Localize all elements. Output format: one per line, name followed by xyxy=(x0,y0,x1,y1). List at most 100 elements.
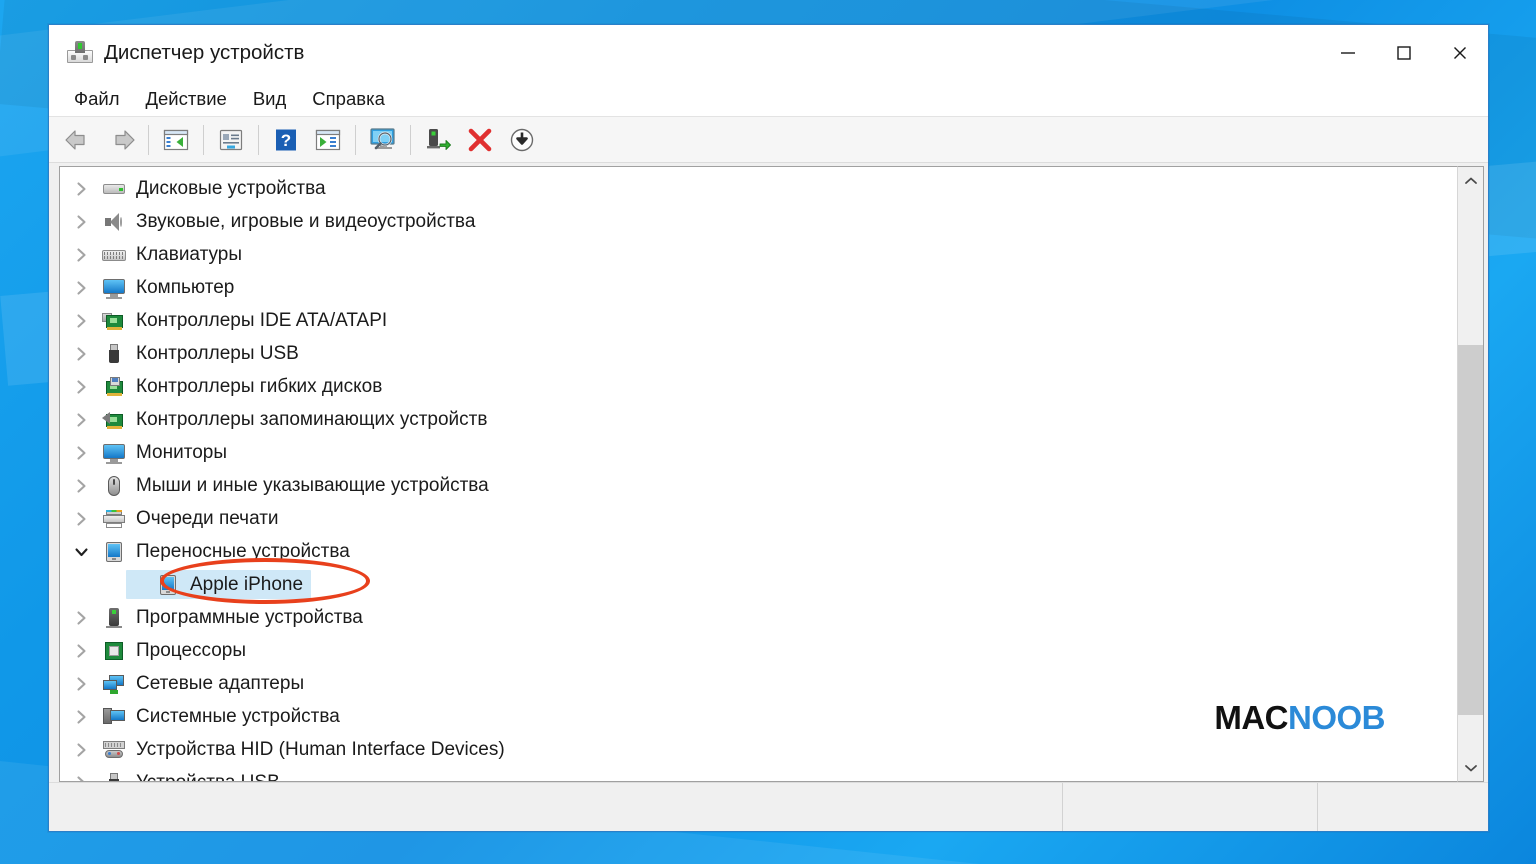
uninstall-device-button[interactable] xyxy=(459,121,501,159)
chevron-right-icon[interactable] xyxy=(68,511,94,526)
disk-drive-icon xyxy=(102,177,126,201)
tree-row[interactable]: Переносные устройства xyxy=(60,535,1457,568)
tree-row[interactable]: Клавиатуры xyxy=(60,238,1457,271)
toolbar-separator xyxy=(258,124,259,155)
menu-bar: Файл Действие Вид Справка xyxy=(49,81,1488,117)
cpu-icon xyxy=(102,639,126,663)
chevron-right-icon[interactable] xyxy=(68,346,94,361)
tree-row[interactable]: Звуковые, игровые и видеоустройства xyxy=(60,205,1457,238)
tree-row[interactable]: Контроллеры гибких дисков xyxy=(60,370,1457,403)
scroll-down-button[interactable] xyxy=(1458,754,1483,781)
device-tree-panel[interactable]: Дисковые устройства Звуковые, игровые и в… xyxy=(59,166,1457,782)
hid-icon xyxy=(102,738,126,762)
tree-row-label: Звуковые, игровые и видеоустройства xyxy=(136,210,476,232)
title-bar[interactable]: Диспетчер устройств xyxy=(49,25,1488,81)
device-tree: Дисковые устройства Звуковые, игровые и в… xyxy=(60,167,1457,782)
tree-row-label: Мониторы xyxy=(136,441,227,463)
back-button[interactable] xyxy=(58,121,100,159)
chevron-right-icon[interactable] xyxy=(68,676,94,691)
tree-row[interactable]: Мониторы xyxy=(60,436,1457,469)
scrollbar-thumb[interactable] xyxy=(1458,345,1483,715)
menu-file[interactable]: Файл xyxy=(61,85,132,113)
chevron-right-icon[interactable] xyxy=(68,775,94,781)
tree-row[interactable]: Компьютер xyxy=(60,271,1457,304)
tree-row[interactable]: Процессоры xyxy=(60,634,1457,667)
toolbar-separator xyxy=(410,124,411,155)
help-button[interactable]: ? xyxy=(265,121,307,159)
status-pane-1 xyxy=(49,783,1063,831)
keyboard-icon xyxy=(102,243,126,267)
chevron-down-icon[interactable] xyxy=(68,545,94,559)
scrollbar-track[interactable] xyxy=(1458,194,1483,754)
chevron-right-icon[interactable] xyxy=(68,181,94,196)
chevron-right-icon[interactable] xyxy=(68,412,94,427)
speaker-icon xyxy=(102,210,126,234)
tree-row[interactable]: Контроллеры запоминающих устройств xyxy=(60,403,1457,436)
tree-row-label: Программные устройства xyxy=(136,606,363,628)
chevron-right-icon[interactable] xyxy=(68,247,94,262)
status-pane-3 xyxy=(1318,783,1488,831)
content-area: Дисковые устройства Звуковые, игровые и в… xyxy=(49,163,1488,782)
tree-row-label: Системные устройства xyxy=(136,705,340,727)
printer-icon xyxy=(102,507,126,531)
mouse-icon xyxy=(102,474,126,498)
usb-plug-icon xyxy=(102,771,126,781)
tree-row-selected[interactable]: Apple iPhone xyxy=(60,568,1457,601)
chevron-right-icon[interactable] xyxy=(68,313,94,328)
install-legacy-hardware-button[interactable] xyxy=(501,121,543,159)
tree-row-label: Контроллеры IDE ATA/ATAPI xyxy=(136,309,388,331)
software-device-icon xyxy=(102,606,126,630)
properties-button[interactable] xyxy=(210,121,252,159)
menu-action[interactable]: Действие xyxy=(132,85,239,113)
show-hidden-devices-button[interactable] xyxy=(155,121,197,159)
system-device-icon xyxy=(102,705,126,729)
chevron-right-icon[interactable] xyxy=(68,643,94,658)
menu-help[interactable]: Справка xyxy=(299,85,398,113)
toolbar-separator xyxy=(355,124,356,155)
tree-row[interactable]: Устройства HID (Human Interface Devices) xyxy=(60,733,1457,766)
ide-controller-icon xyxy=(102,309,126,333)
status-bar xyxy=(49,782,1488,831)
chevron-right-icon[interactable] xyxy=(68,379,94,394)
watermark-part-1: MAC xyxy=(1214,699,1288,736)
tree-row-label: Очереди печати xyxy=(136,507,279,529)
tree-row[interactable]: Контроллеры IDE ATA/ATAPI xyxy=(60,304,1457,337)
storage-controller-icon xyxy=(102,408,126,432)
tree-row[interactable]: Контроллеры USB xyxy=(60,337,1457,370)
chevron-right-icon[interactable] xyxy=(68,214,94,229)
tree-row[interactable]: Дисковые устройства xyxy=(60,172,1457,205)
chevron-right-icon[interactable] xyxy=(68,445,94,460)
chevron-right-icon[interactable] xyxy=(68,742,94,757)
tree-row[interactable]: Программные устройства xyxy=(60,601,1457,634)
update-driver-button[interactable] xyxy=(307,121,349,159)
chevron-right-icon[interactable] xyxy=(68,280,94,295)
chevron-right-icon[interactable] xyxy=(68,709,94,724)
vertical-scrollbar[interactable] xyxy=(1457,166,1484,782)
tree-row-label: Компьютер xyxy=(136,276,235,298)
tree-row-label: Контроллеры USB xyxy=(136,342,299,364)
tree-row-label: Переносные устройства xyxy=(136,540,350,562)
scan-hardware-changes-button[interactable] xyxy=(362,121,404,159)
device-manager-window: Диспетчер устройств Файл Действие Вид Сп… xyxy=(48,24,1489,832)
scroll-up-button[interactable] xyxy=(1458,167,1483,194)
close-button[interactable] xyxy=(1432,25,1488,81)
tree-row[interactable]: Сетевые адаптеры xyxy=(60,667,1457,700)
tree-row[interactable]: Устройства USB xyxy=(60,766,1457,782)
tree-row[interactable]: Очереди печати xyxy=(60,502,1457,535)
chevron-right-icon[interactable] xyxy=(68,478,94,493)
tree-row-label: Apple iPhone xyxy=(190,573,304,595)
monitor-icon xyxy=(102,441,126,465)
menu-view[interactable]: Вид xyxy=(240,85,299,113)
forward-button[interactable] xyxy=(100,121,142,159)
maximize-button[interactable] xyxy=(1376,25,1432,81)
chevron-right-icon[interactable] xyxy=(68,610,94,625)
tree-row[interactable]: Мыши и иные указывающие устройства xyxy=(60,469,1457,502)
enable-device-button[interactable] xyxy=(417,121,459,159)
status-pane-2 xyxy=(1063,783,1318,831)
tree-row-label: Дисковые устройства xyxy=(136,177,326,199)
tree-row-label: Устройства USB xyxy=(136,771,280,782)
svg-text:?: ? xyxy=(281,131,291,150)
portable-device-icon xyxy=(102,540,126,564)
minimize-button[interactable] xyxy=(1320,25,1376,81)
tree-row-label: Сетевые адаптеры xyxy=(136,672,305,694)
